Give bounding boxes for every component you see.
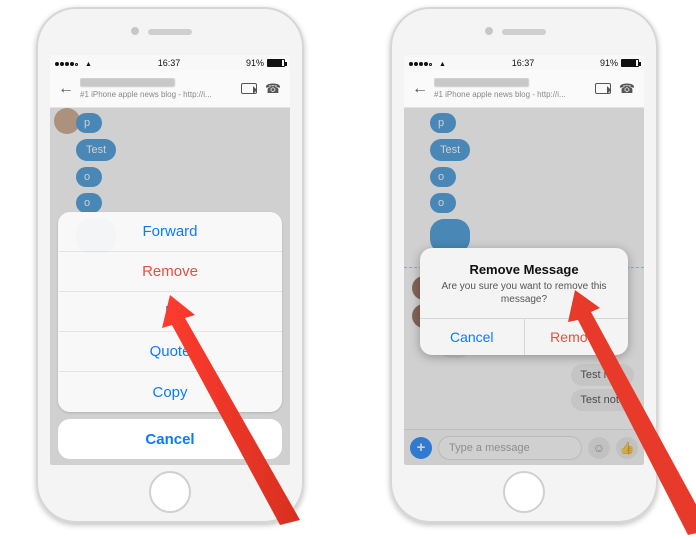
action-forward[interactable]: Forward: [58, 212, 282, 252]
signal-dots-icon: [409, 58, 433, 68]
chat-title-redacted: [434, 78, 529, 87]
chat-subtitle: #1 iPhone apple news blog - http://i...: [80, 90, 234, 99]
alert-cancel-button[interactable]: Cancel: [420, 319, 525, 355]
alert-remove-button[interactable]: Remove: [525, 319, 629, 355]
chat-header: ← #1 iPhone apple news blog - http://i..…: [404, 70, 644, 108]
phone-right: 16:37 91% ← #1 iPhone apple news blog - …: [390, 7, 658, 523]
status-time: 16:37: [512, 58, 535, 68]
speaker: [148, 29, 192, 35]
action-quote[interactable]: Quote: [58, 332, 282, 372]
action-edit[interactable]: E: [58, 292, 282, 332]
remove-confirm-alert: Remove Message Are you sure you want to …: [420, 248, 628, 355]
battery-icon: [267, 59, 285, 67]
action-copy[interactable]: Copy: [58, 372, 282, 412]
action-sheet: Forward Remove E Quote Copy Cancel: [58, 212, 282, 459]
battery-percent: 91%: [600, 58, 618, 68]
alert-message: Are you sure you want to remove this mes…: [432, 280, 616, 306]
home-button[interactable]: [149, 471, 191, 513]
back-icon[interactable]: ←: [412, 80, 428, 98]
chat-area: p Test o o Forward Remove E Quote Copy: [50, 108, 290, 465]
battery-percent: 91%: [246, 58, 264, 68]
status-bar: 16:37 91%: [50, 55, 290, 70]
status-bar: 16:37 91%: [404, 55, 644, 70]
screen-right: 16:37 91% ← #1 iPhone apple news blog - …: [404, 55, 644, 465]
chat-title-redacted: [80, 78, 175, 87]
front-camera: [485, 27, 493, 35]
action-remove[interactable]: Remove: [58, 252, 282, 292]
alert-title: Remove Message: [432, 262, 616, 277]
video-call-icon[interactable]: [594, 80, 612, 98]
screen-left: 16:37 91% ← #1 iPhone apple news blog - …: [50, 55, 290, 465]
status-time: 16:37: [158, 58, 181, 68]
wifi-icon: [85, 58, 92, 68]
voice-call-icon[interactable]: [264, 80, 282, 98]
chat-subtitle: #1 iPhone apple news blog - http://i...: [434, 90, 588, 99]
home-button[interactable]: [503, 471, 545, 513]
speaker: [502, 29, 546, 35]
phone-left: 16:37 91% ← #1 iPhone apple news blog - …: [36, 7, 304, 523]
back-icon[interactable]: ←: [58, 80, 74, 98]
voice-call-icon[interactable]: [618, 80, 636, 98]
action-cancel[interactable]: Cancel: [58, 419, 282, 459]
video-call-icon[interactable]: [240, 80, 258, 98]
battery-icon: [621, 59, 639, 67]
wifi-icon: [439, 58, 446, 68]
chat-header: ← #1 iPhone apple news blog - http://i..…: [50, 70, 290, 108]
chat-area: p Test o o 2:53 PM: [404, 108, 644, 465]
signal-dots-icon: [55, 58, 79, 68]
front-camera: [131, 27, 139, 35]
